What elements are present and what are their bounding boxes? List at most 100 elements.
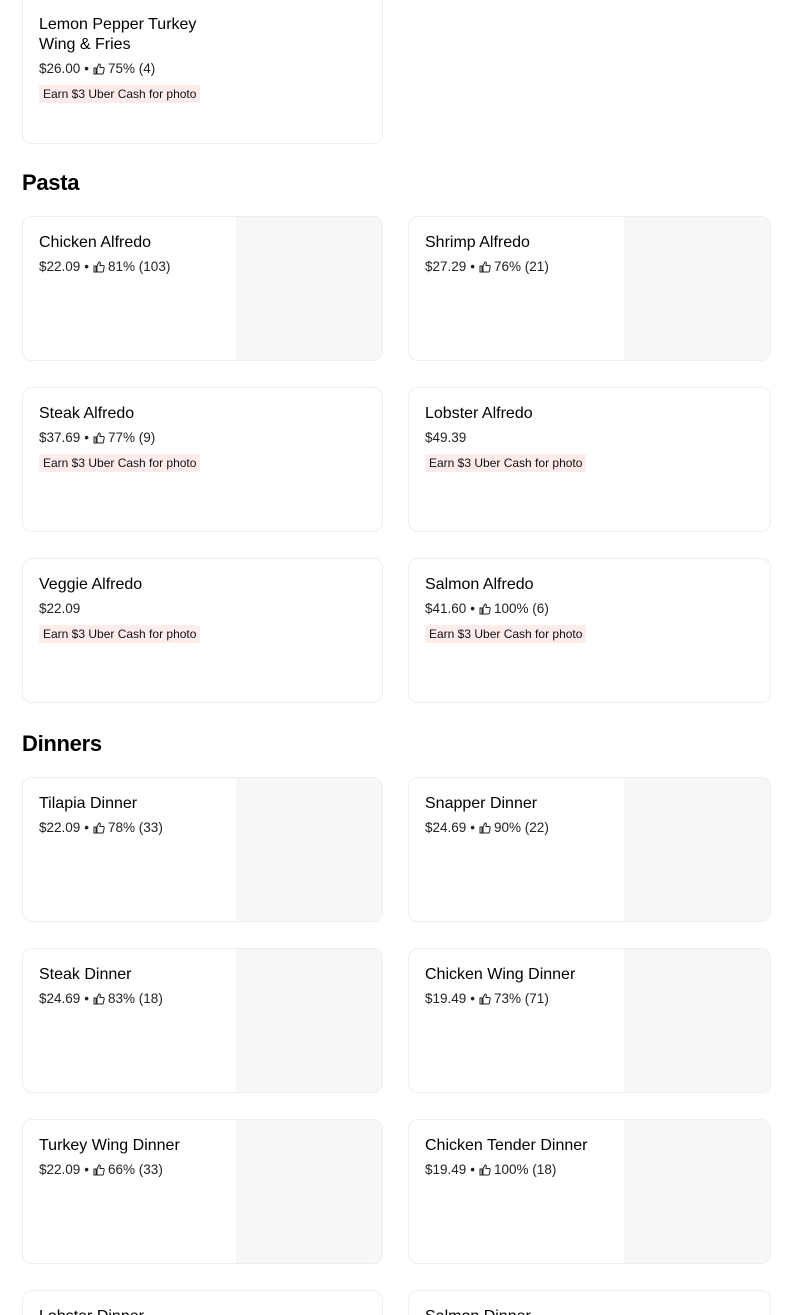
menu-item-meta: $22.09 • 66% (33) [39, 1162, 163, 1177]
menu-item-price: $24.69 [39, 991, 81, 1006]
menu-item-image [624, 778, 770, 921]
menu-item-name: Veggie Alfredo [39, 576, 143, 593]
menu-item-price: $26.00 [39, 61, 81, 76]
menu-item-name: Snapper Dinner [425, 795, 538, 812]
menu-item-meta: $24.69 • 90% (22) [425, 820, 549, 835]
menu-item-meta: $37.69 • 77% (9) [39, 430, 155, 445]
menu-item-name: Salmon Alfredo [425, 576, 534, 593]
menu-item-price: $37.69 [39, 430, 81, 445]
promo-badge: Earn $3 Uber Cash for photo [39, 85, 201, 103]
thumbs-up-icon [93, 821, 105, 834]
menu-item-meta: $22.09 • 81% (103) [39, 259, 170, 274]
menu-item-rating: 78% (33) [108, 820, 163, 835]
thumbs-up-icon [93, 431, 105, 444]
meta-separator: • [470, 1162, 476, 1177]
menu-item-rating: 76% (21) [494, 259, 549, 274]
menu-item-price: $41.60 [425, 601, 467, 616]
menu-item-card[interactable]: Chicken Alfredo $22.09 • 81% (103) [22, 216, 383, 361]
menu-item-name: Lobster Dinner [39, 1307, 229, 1315]
menu-item-meta: $26.00 • 75% (4) [39, 61, 155, 76]
menu-item-card[interactable]: Lobster Alfredo $49.39 Earn $3 Uber Cash… [408, 387, 771, 532]
menu-item-name: Lemon Pepper Turkey Wing & Fries [39, 16, 197, 53]
meta-separator: • [84, 430, 90, 445]
menu-item-card[interactable]: Snapper Dinner $24.69 • 90% (22) [408, 777, 771, 922]
menu-item-rating: 83% (18) [108, 991, 163, 1006]
menu-item-meta: $19.49 • 100% (18) [425, 1162, 556, 1177]
thumbs-up-icon [93, 1163, 105, 1176]
promo-badge: Earn $3 Uber Cash for photo [39, 454, 201, 472]
menu-item-name: Salmon Dinner [425, 1307, 615, 1315]
menu-item-card[interactable]: Chicken Wing Dinner $19.49 • 73% (71) [408, 948, 771, 1093]
thumbs-up-icon [479, 602, 491, 615]
menu-item-image [236, 217, 382, 360]
menu-item-card[interactable]: Salmon Dinner [408, 1290, 771, 1315]
menu-item-name: Tilapia Dinner [39, 795, 138, 812]
menu-item-rating: 90% (22) [494, 820, 549, 835]
meta-separator: • [84, 259, 90, 274]
menu-item-name: Shrimp Alfredo [425, 234, 530, 251]
menu-item-card[interactable]: Salmon Alfredo $41.60 • 100% (6) Earn $3… [408, 558, 771, 703]
menu-item-name: Chicken Alfredo [39, 234, 152, 251]
section-title-pasta: Pasta [22, 170, 80, 195]
menu-item-card[interactable]: Veggie Alfredo $22.09 Earn $3 Uber Cash … [22, 558, 383, 703]
menu-item-name: Steak Dinner [39, 966, 132, 983]
meta-separator: • [84, 991, 90, 1006]
meta-separator: • [470, 259, 476, 274]
meta-separator: • [84, 820, 90, 835]
menu-item-card[interactable]: Shrimp Alfredo $27.29 • 76% (21) [408, 216, 771, 361]
menu-item-name: Turkey Wing Dinner [39, 1137, 180, 1154]
menu-item-image [624, 1120, 770, 1263]
thumbs-up-icon [479, 260, 491, 273]
menu-item-price: $19.49 [425, 1162, 467, 1177]
menu-item-image [236, 778, 382, 921]
menu-item-card[interactable]: Steak Dinner $24.69 • 83% (18) [22, 948, 383, 1093]
menu-item-rating: 75% (4) [108, 61, 156, 76]
menu-item-rating: 100% (6) [494, 601, 549, 616]
menu-item-card[interactable]: Lemon Pepper Turkey Wing & Fries $26.00 … [22, 0, 383, 144]
menu-item-meta: $22.09 [39, 601, 80, 616]
menu-item-meta: $24.69 • 83% (18) [39, 991, 163, 1006]
menu-item-card[interactable]: Chicken Tender Dinner $19.49 • 100% (18) [408, 1119, 771, 1264]
menu-item-name: Steak Alfredo [39, 405, 135, 422]
menu-item-rating: 81% (103) [108, 259, 171, 274]
thumbs-up-icon [479, 821, 491, 834]
menu-item-price: $49.39 [425, 430, 467, 445]
menu-item-rating: 66% (33) [108, 1162, 163, 1177]
thumbs-up-icon [479, 1163, 491, 1176]
meta-separator: • [470, 601, 476, 616]
meta-separator: • [470, 820, 476, 835]
promo-badge: Earn $3 Uber Cash for photo [425, 625, 587, 643]
thumbs-up-icon [93, 62, 105, 75]
menu-item-price: $19.49 [425, 991, 467, 1006]
menu-item-price: $22.09 [39, 259, 81, 274]
menu-item-card[interactable]: Turkey Wing Dinner $22.09 • 66% (33) [22, 1119, 383, 1264]
promo-badge: Earn $3 Uber Cash for photo [425, 454, 587, 472]
menu-item-rating: 100% (18) [494, 1162, 557, 1177]
menu-item-price: $22.09 [39, 820, 81, 835]
menu-item-price: $22.09 [39, 601, 81, 616]
menu-item-meta: $22.09 • 78% (33) [39, 820, 163, 835]
menu-item-image [236, 949, 382, 1092]
menu-item-image [624, 217, 770, 360]
menu-item-meta: $27.29 • 76% (21) [425, 259, 549, 274]
menu-item-rating: 73% (71) [494, 991, 549, 1006]
menu-item-meta: $19.49 • 73% (71) [425, 991, 549, 1006]
menu-item-meta: $49.39 [425, 430, 466, 445]
menu-item-name: Lobster Alfredo [425, 405, 533, 422]
menu-item-image [236, 1120, 382, 1263]
menu-item-meta: $41.60 • 100% (6) [425, 601, 549, 616]
section-title-dinners: Dinners [22, 731, 102, 756]
menu-item-card[interactable]: Steak Alfredo $37.69 • 77% (9) Earn $3 U… [22, 387, 383, 532]
menu-item-price: $27.29 [425, 259, 467, 274]
meta-separator: • [84, 1162, 90, 1177]
promo-badge: Earn $3 Uber Cash for photo [39, 625, 201, 643]
meta-separator: • [84, 61, 90, 76]
meta-separator: • [470, 991, 476, 1006]
menu-item-card[interactable]: Tilapia Dinner $22.09 • 78% (33) [22, 777, 383, 922]
menu-item-card[interactable]: Lobster Dinner [22, 1290, 383, 1315]
thumbs-up-icon [93, 992, 105, 1005]
thumbs-up-icon [479, 992, 491, 1005]
thumbs-up-icon [93, 260, 105, 273]
menu-item-price: $24.69 [425, 820, 467, 835]
menu-item-name: Chicken Wing Dinner [425, 966, 576, 983]
